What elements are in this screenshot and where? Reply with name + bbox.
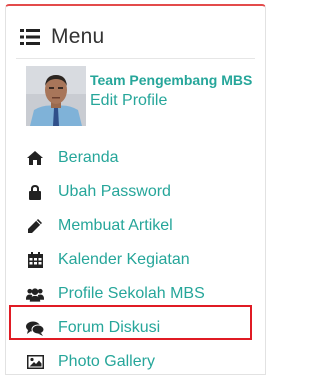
profile-name: Team Pengembang MBS [90, 72, 253, 88]
nav-item-beranda[interactable]: Beranda [6, 141, 265, 175]
home-icon [26, 149, 44, 167]
users-icon [26, 285, 44, 303]
nav-item-membuat-artikel[interactable]: Membuat Artikel [6, 209, 265, 243]
avatar[interactable] [26, 66, 86, 126]
nav-item-label: Photo Gallery [58, 353, 155, 370]
nav-item-label: Ubah Password [58, 183, 171, 200]
nav-item-ubah-password[interactable]: Ubah Password [6, 175, 265, 209]
nav-item-label: Membuat Artikel [58, 217, 173, 234]
nav-item-label: Kalender Kegiatan [58, 251, 190, 268]
image-icon [26, 353, 44, 371]
nav-item-label: Forum Diskusi [58, 319, 161, 336]
header-divider [16, 58, 255, 59]
menu-title: Menu [51, 25, 105, 48]
menu-header: Menu [20, 23, 104, 51]
lock-icon [26, 183, 44, 201]
sidebar-nav: Beranda Ubah Password Membuat Artikel Ka… [6, 141, 265, 379]
nav-item-kalender-kegiatan[interactable]: Kalender Kegiatan [6, 243, 265, 277]
edit-profile-link[interactable]: Edit Profile [90, 90, 252, 112]
list-icon [20, 29, 40, 45]
profile-block: Team Pengembang MBS Edit Profile [26, 66, 252, 126]
nav-item-profile-sekolah-mbs[interactable]: Profile Sekolah MBS [6, 277, 265, 311]
calendar-icon [26, 251, 44, 269]
profile-text: Team Pengembang MBS Edit Profile [90, 72, 252, 126]
nav-item-photo-gallery[interactable]: Photo Gallery [6, 345, 265, 379]
nav-item-label: Profile Sekolah MBS [58, 285, 205, 302]
nav-item-label: Beranda [58, 149, 119, 166]
comments-icon [26, 319, 44, 337]
sidebar-menu-panel: Menu Team Pengembang MBS Edit Profile Be… [5, 4, 266, 375]
pencil-icon [26, 217, 44, 235]
nav-item-forum-diskusi[interactable]: Forum Diskusi [6, 311, 265, 345]
